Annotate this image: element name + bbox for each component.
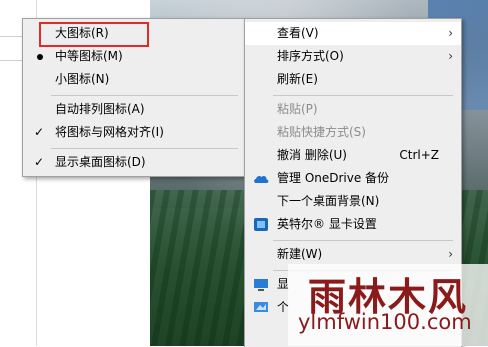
- menu-item-label: 中等图标(M): [55, 49, 123, 63]
- menu-separator: [273, 95, 453, 96]
- onedrive-cloud-icon: [254, 175, 269, 183]
- menu-item-new[interactable]: 新建(W) ›: [245, 243, 461, 266]
- menu-item-intel-graphics[interactable]: 英特尔® 显卡设置: [245, 213, 461, 236]
- menu-item-label: 将图标与网格对齐(I): [55, 125, 164, 139]
- menu-item-refresh[interactable]: 刷新(E): [245, 68, 461, 91]
- menu-item-onedrive-backup[interactable]: 管理 OneDrive 备份: [245, 167, 461, 190]
- chevron-right-icon: ›: [448, 26, 453, 40]
- chevron-right-icon: ›: [448, 49, 453, 63]
- menu-item-paste[interactable]: 粘贴(P): [245, 98, 461, 121]
- menu-item-label: 排序方式(O): [277, 49, 344, 63]
- watermark: 雨林木风 ylmfwin100.com: [288, 264, 488, 346]
- menu-item-label: 英特尔® 显卡设置: [277, 217, 377, 231]
- menu-item-medium-icons[interactable]: 中等图标(M): [23, 45, 246, 68]
- menu-item-label: 下一个桌面背景(N): [277, 194, 380, 208]
- personalize-icon: [254, 302, 268, 312]
- menu-item-sort-by[interactable]: 排序方式(O) ›: [245, 45, 461, 68]
- menu-item-show-desktop-icons[interactable]: ✓ 显示桌面图标(D): [23, 151, 246, 174]
- menu-item-label: 查看(V): [277, 26, 319, 40]
- menu-item-label: 小图标(N): [55, 72, 110, 86]
- menu-item-view[interactable]: 查看(V) ›: [245, 22, 461, 45]
- watermark-url: ylmfwin100.com: [298, 310, 472, 334]
- intel-graphics-icon: [254, 218, 268, 231]
- menu-item-label: 管理 OneDrive 备份: [277, 171, 390, 185]
- menu-item-label: 粘贴快捷方式(S): [277, 125, 366, 139]
- menu-item-auto-arrange[interactable]: 自动排列图标(A): [23, 98, 246, 121]
- menu-item-label: 自动排列图标(A): [55, 102, 145, 116]
- menu-item-undo-delete[interactable]: 撤消 删除(U) Ctrl+Z: [245, 144, 461, 167]
- menu-item-label: 新建(W): [277, 247, 323, 261]
- annotation-highlight-box: [39, 22, 149, 47]
- display-settings-icon: [254, 279, 268, 291]
- menu-item-label: 粘贴(P): [277, 102, 318, 116]
- checkmark-icon: ✓: [34, 155, 45, 169]
- menu-item-align-to-grid[interactable]: ✓ 将图标与网格对齐(I): [23, 121, 246, 144]
- menu-item-label: 刷新(E): [277, 72, 318, 86]
- menu-separator: [51, 148, 238, 149]
- menu-item-paste-shortcut[interactable]: 粘贴快捷方式(S): [245, 121, 461, 144]
- menu-item-small-icons[interactable]: 小图标(N): [23, 68, 246, 91]
- menu-item-shortcut: Ctrl+Z: [399, 148, 439, 162]
- menu-item-next-background[interactable]: 下一个桌面背景(N): [245, 190, 461, 213]
- menu-item-label: 显示桌面图标(D): [55, 155, 146, 169]
- menu-separator: [51, 95, 238, 96]
- menu-separator: [273, 240, 453, 241]
- menu-item-label: 撤消 删除(U): [277, 148, 347, 162]
- checkmark-icon: ✓: [34, 125, 45, 139]
- selected-bullet-icon: [37, 54, 43, 60]
- chevron-right-icon: ›: [448, 247, 453, 261]
